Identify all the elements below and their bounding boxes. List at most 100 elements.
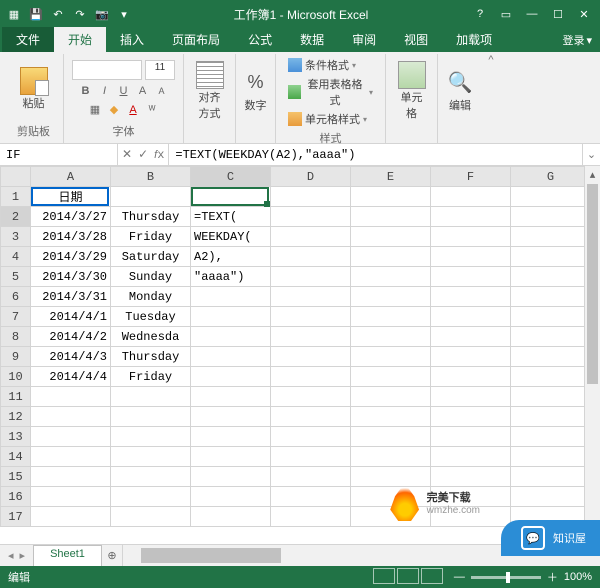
- accept-formula-icon[interactable]: ✓: [138, 147, 148, 162]
- cell[interactable]: [191, 307, 271, 327]
- col-header[interactable]: E: [351, 167, 431, 187]
- col-header[interactable]: B: [111, 167, 191, 187]
- cell[interactable]: 2014/3/27: [31, 207, 111, 227]
- cell[interactable]: [351, 207, 431, 227]
- cell[interactable]: [271, 267, 351, 287]
- grid[interactable]: A B C D E F G 1日期22014/3/27Thursday=TEXT…: [0, 166, 591, 527]
- cell[interactable]: [431, 307, 511, 327]
- cell[interactable]: A2),: [191, 247, 271, 267]
- cell[interactable]: [31, 407, 111, 427]
- cell[interactable]: [111, 187, 191, 207]
- cell[interactable]: [271, 327, 351, 347]
- cell[interactable]: [511, 227, 591, 247]
- tab-addins[interactable]: 加载项: [442, 27, 506, 52]
- row-header[interactable]: 6: [1, 287, 31, 307]
- cell[interactable]: [111, 407, 191, 427]
- editing-button[interactable]: 🔍编辑: [442, 67, 478, 115]
- border-button[interactable]: ▦: [87, 102, 103, 118]
- cancel-formula-icon[interactable]: ✕: [122, 147, 132, 162]
- select-all-corner[interactable]: [1, 167, 31, 187]
- row-header[interactable]: 3: [1, 227, 31, 247]
- cell[interactable]: 2014/4/1: [31, 307, 111, 327]
- cell[interactable]: [511, 387, 591, 407]
- font-grow-button[interactable]: A: [135, 83, 151, 99]
- cell[interactable]: [31, 387, 111, 407]
- cell[interactable]: Friday: [111, 227, 191, 247]
- cell[interactable]: [431, 327, 511, 347]
- cell[interactable]: [351, 367, 431, 387]
- cell[interactable]: [111, 447, 191, 467]
- cell[interactable]: [271, 367, 351, 387]
- cell[interactable]: [191, 407, 271, 427]
- cell[interactable]: [271, 447, 351, 467]
- cell[interactable]: [31, 467, 111, 487]
- cell[interactable]: [511, 287, 591, 307]
- number-button[interactable]: %数字: [238, 67, 274, 115]
- cell[interactable]: =TEXT(: [191, 207, 271, 227]
- cell[interactable]: [431, 267, 511, 287]
- cell[interactable]: [111, 507, 191, 527]
- cell[interactable]: [431, 247, 511, 267]
- qat-more-icon[interactable]: ▾: [114, 4, 134, 24]
- font-name-combo[interactable]: [72, 60, 142, 80]
- cell[interactable]: [351, 447, 431, 467]
- cell[interactable]: [511, 307, 591, 327]
- row-header[interactable]: 7: [1, 307, 31, 327]
- cell[interactable]: [351, 387, 431, 407]
- cell[interactable]: [31, 447, 111, 467]
- cell[interactable]: Thursday: [111, 207, 191, 227]
- page-layout-view-icon[interactable]: [397, 568, 419, 584]
- ribbon-options-icon[interactable]: ▭: [494, 3, 518, 25]
- tab-layout[interactable]: 页面布局: [158, 27, 234, 52]
- align-button[interactable]: 对齐方式: [190, 59, 229, 123]
- cell[interactable]: [31, 507, 111, 527]
- row-header[interactable]: 8: [1, 327, 31, 347]
- row-header[interactable]: 15: [1, 467, 31, 487]
- row-header[interactable]: 12: [1, 407, 31, 427]
- cell[interactable]: [271, 487, 351, 507]
- cell[interactable]: [191, 287, 271, 307]
- tab-review[interactable]: 审阅: [338, 27, 390, 52]
- cell[interactable]: "aaaa"): [191, 267, 271, 287]
- row-header[interactable]: 10: [1, 367, 31, 387]
- cell[interactable]: [271, 247, 351, 267]
- italic-button[interactable]: I: [97, 83, 113, 99]
- cell[interactable]: [111, 487, 191, 507]
- cell[interactable]: [431, 387, 511, 407]
- cell[interactable]: [511, 487, 591, 507]
- row-header[interactable]: 9: [1, 347, 31, 367]
- login-link[interactable]: 登录▾: [554, 28, 600, 52]
- row-header[interactable]: 13: [1, 427, 31, 447]
- cell[interactable]: [271, 287, 351, 307]
- cell[interactable]: [271, 187, 351, 207]
- cell[interactable]: [351, 227, 431, 247]
- tab-file[interactable]: 文件: [2, 27, 54, 52]
- cell[interactable]: [431, 287, 511, 307]
- save-icon[interactable]: 💾: [26, 4, 46, 24]
- cell[interactable]: [271, 387, 351, 407]
- cell[interactable]: [351, 347, 431, 367]
- cond-format-button[interactable]: 条件格式▾: [288, 56, 373, 74]
- zoom-in-icon[interactable]: ＋: [547, 569, 558, 585]
- cell[interactable]: [271, 307, 351, 327]
- cell[interactable]: [511, 247, 591, 267]
- bold-button[interactable]: B: [78, 83, 94, 99]
- row-header[interactable]: 1: [1, 187, 31, 207]
- cell[interactable]: [111, 427, 191, 447]
- cells-button[interactable]: 单元格: [392, 59, 431, 123]
- phonetic-button[interactable]: ᵂ: [144, 102, 160, 118]
- cell[interactable]: [511, 207, 591, 227]
- scroll-thumb[interactable]: [587, 184, 598, 384]
- cell[interactable]: [351, 187, 431, 207]
- underline-button[interactable]: U: [116, 83, 132, 99]
- tab-home[interactable]: 开始: [54, 27, 106, 52]
- cell[interactable]: 2014/3/31: [31, 287, 111, 307]
- tab-insert[interactable]: 插入: [106, 27, 158, 52]
- cell[interactable]: [431, 407, 511, 427]
- cell[interactable]: [191, 387, 271, 407]
- ribbon-collapse-icon[interactable]: ^: [482, 54, 500, 143]
- cell[interactable]: 2014/3/29: [31, 247, 111, 267]
- cell[interactable]: [111, 387, 191, 407]
- cell[interactable]: Wednesda: [111, 327, 191, 347]
- cell[interactable]: [351, 267, 431, 287]
